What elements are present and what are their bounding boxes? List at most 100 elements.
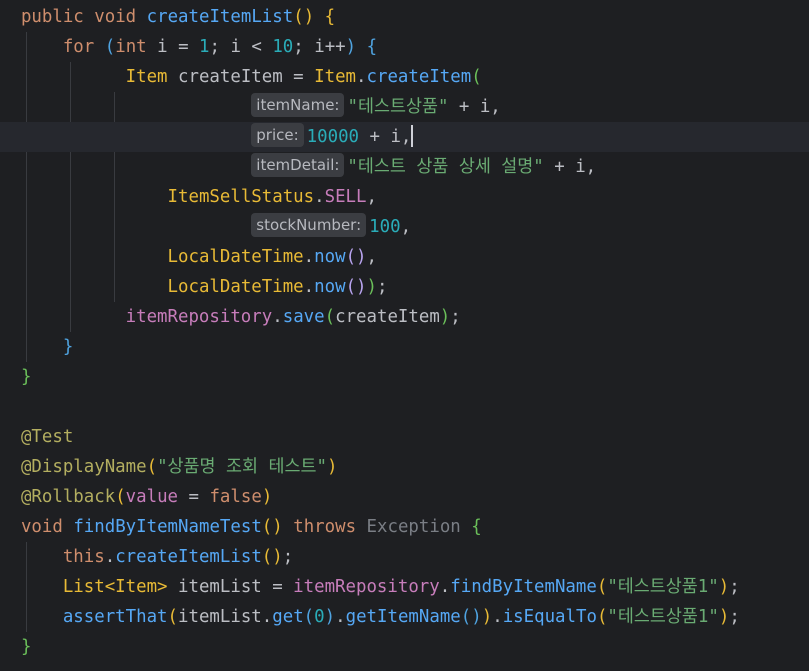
method-name: now (314, 277, 346, 297)
paren: () (345, 247, 367, 267)
string-literal: "테스트상품1" (607, 607, 719, 627)
paren: ( (596, 577, 608, 597)
number: 1 (199, 37, 210, 57)
paren: ( (167, 607, 179, 627)
code-line: stockNumber: 100, (0, 212, 809, 242)
code-text: + i, (543, 157, 597, 177)
paren: ( (471, 67, 482, 87)
string-literal: "테스트상품" (347, 97, 449, 117)
keyword: false (209, 487, 262, 507)
method-name: createItemList (146, 7, 294, 27)
paren: ) (439, 307, 451, 327)
code-text: ; (450, 307, 461, 327)
text-caret (411, 125, 414, 147)
keyword: int (115, 37, 147, 57)
code-line: itemName: "테스트상품" + i, (0, 92, 809, 122)
brace: } (20, 637, 32, 657)
paren: () (345, 277, 367, 297)
string-literal: "테스트상품1" (607, 577, 719, 597)
code-line: void findByItemNameTest() throws Excepti… (0, 512, 809, 542)
code-line-current: price: 10000 + i, (0, 122, 809, 152)
annotation: @DisplayName (20, 457, 147, 477)
parameter-hint: itemDetail: (251, 153, 345, 177)
code-text: = (178, 487, 210, 507)
paren: () (261, 547, 283, 567)
paren: ( (303, 607, 315, 627)
code-text: itemList. (178, 607, 273, 627)
method-name: createItemList (115, 547, 262, 567)
code-text: . (104, 547, 116, 567)
method-name: findByItemName (450, 577, 597, 597)
paren: ) (366, 277, 377, 297)
number: 10000 (306, 127, 360, 147)
annotation-key: value (125, 487, 179, 507)
code-text: i = (157, 37, 200, 57)
paren: ) (345, 37, 357, 57)
string-literal: "상품명 조회 테스트" (157, 457, 327, 477)
brace: { (366, 37, 378, 57)
annotation: @Test (20, 427, 74, 447)
paren: ) (481, 607, 493, 627)
code-text: . (492, 607, 503, 627)
brace: } (20, 367, 32, 387)
code-text: . (303, 247, 315, 267)
code-line: @DisplayName("상품명 조회 테스트") (0, 452, 809, 482)
code-text: + i, (359, 127, 412, 147)
keyword: throws (293, 517, 357, 537)
class-name: Item (314, 67, 357, 87)
code-text: createItem (335, 307, 440, 327)
class-name: Exception (366, 517, 461, 537)
string-literal: "테스트 상품 상세 설명" (347, 157, 544, 177)
number: 10 (272, 37, 294, 57)
field-name: itemRepository (293, 577, 440, 597)
number: 100 (369, 217, 401, 237)
keyword: void (94, 7, 137, 27)
paren: ) (718, 577, 730, 597)
paren: () (261, 517, 283, 537)
method-name: get (272, 607, 304, 627)
paren: () (293, 7, 315, 27)
code-text: , (366, 187, 377, 207)
paren: ) (261, 487, 273, 507)
type-name: Item (125, 67, 168, 87)
annotation: @Rollback (20, 487, 116, 507)
code-line: itemRepository.save(createItem); (0, 302, 809, 332)
brace: } (62, 337, 74, 357)
code-text: . (439, 577, 451, 597)
code-editor[interactable]: public void createItemList() { for (int … (0, 0, 809, 671)
keyword: for (62, 37, 95, 57)
code-text: ; i < (209, 37, 273, 57)
code-line: for (int i = 1; i < 10; i++) { (0, 32, 809, 62)
code-text: + i, (448, 97, 501, 117)
number: 0 (314, 607, 325, 627)
parameter-hint: stockNumber: (251, 213, 367, 237)
paren: () (460, 607, 482, 627)
method-name: now (314, 247, 346, 267)
paren: ) (326, 457, 338, 477)
code-text: itemList = (167, 577, 294, 597)
code-line: } (0, 332, 809, 362)
method-name: findByItemNameTest (73, 517, 262, 537)
enum-constant: SELL (324, 187, 367, 207)
code-text: . (272, 307, 283, 327)
paren: ) (718, 607, 730, 627)
class-name: LocalDateTime (167, 277, 304, 297)
code-text: ; (729, 607, 740, 627)
code-text: . (356, 67, 367, 87)
code-text: createItem = (178, 67, 315, 87)
code-line: public void createItemList() { (0, 2, 809, 32)
class-name: LocalDateTime (167, 247, 304, 267)
code-line: ItemSellStatus.SELL, (0, 182, 809, 212)
code-text: . (303, 277, 315, 297)
paren: ( (146, 457, 158, 477)
method-name: save (282, 307, 325, 327)
code-text: ; i++ (293, 37, 346, 57)
code-line: LocalDateTime.now()); (0, 272, 809, 302)
code-line: itemDetail: "테스트 상품 상세 설명" + i, (0, 152, 809, 182)
code-line: List<Item> itemList = itemRepository.fin… (0, 572, 809, 602)
brace: { (471, 517, 482, 537)
field-name: itemRepository (125, 307, 273, 327)
code-line: this.createItemList(); (0, 542, 809, 572)
method-name: assertThat (62, 607, 168, 627)
parameter-hint: itemName: (251, 93, 345, 117)
